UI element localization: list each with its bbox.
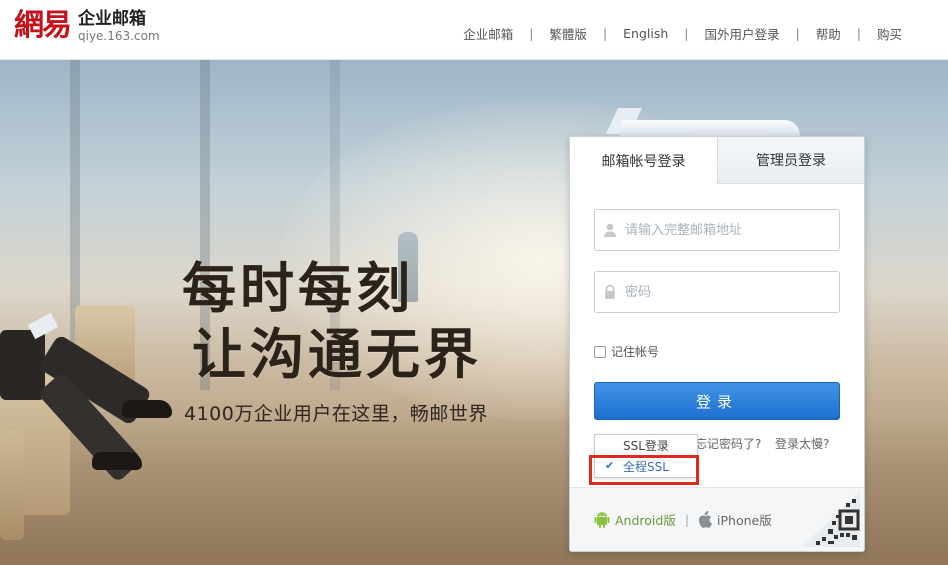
remember-label: 记住帐号: [611, 345, 660, 359]
android-label: Android版: [615, 513, 676, 528]
logo-text: 企业邮箱 qiye.163.com: [78, 9, 160, 43]
forgot-password-link[interactable]: 忘记密码了?: [695, 435, 761, 452]
shoe: [122, 400, 172, 418]
qr-code-icon[interactable]: [802, 491, 860, 547]
tab-admin-login[interactable]: 管理员登录: [718, 137, 864, 184]
login-options-row: 忘记密码了? 登录太慢? SSL登录 ✔ 全程SSL: [594, 434, 840, 478]
iphone-label: iPhone版: [717, 513, 772, 528]
nav-help[interactable]: 帮助: [816, 24, 841, 43]
nav-separator: |: [856, 26, 861, 41]
shoe: [92, 452, 142, 470]
netease-logo[interactable]: 網易 企业邮箱 qiye.163.com: [14, 6, 160, 46]
highlight-box: [589, 455, 699, 485]
remember-account[interactable]: 记住帐号: [594, 343, 659, 360]
email-field[interactable]: [594, 209, 840, 251]
ssl-option-ssl-login[interactable]: SSL登录: [595, 435, 697, 456]
nav-separator: |: [684, 26, 689, 41]
hero-tagline: 4100万企业用户在这里，畅邮世界: [184, 403, 488, 425]
nav-separator: |: [795, 26, 800, 41]
nav-separator: |: [529, 26, 534, 41]
login-tabs: 邮箱帐号登录 管理员登录: [570, 137, 864, 184]
logo-mark: 網易: [14, 8, 72, 43]
slogan-line-1: 每时每刻: [182, 256, 414, 320]
android-app-link[interactable]: Android版: [594, 510, 676, 529]
login-button[interactable]: 登录: [594, 382, 840, 420]
apple-icon: [698, 511, 713, 528]
login-slow-link[interactable]: 登录太慢?: [775, 435, 829, 452]
app-separator: |: [684, 512, 690, 527]
nav-enterprise-mail[interactable]: 企业邮箱: [463, 24, 513, 43]
password-field[interactable]: [594, 271, 840, 313]
email-input[interactable]: [625, 211, 839, 249]
nav-traditional-chinese[interactable]: 繁體版: [549, 24, 587, 43]
mobile-apps-bar: Android版 | iPhone版: [570, 487, 864, 551]
iphone-app-link[interactable]: iPhone版: [698, 510, 772, 529]
lounge-chair: [0, 430, 24, 540]
top-bar: 網易 企业邮箱 qiye.163.com 企业邮箱 | 繁體版 | Englis…: [0, 0, 948, 60]
logo-subtitle: qiye.163.com: [78, 29, 160, 43]
password-input[interactable]: [625, 273, 839, 311]
nav-english[interactable]: English: [623, 26, 668, 41]
hero-slogan: 每时每刻 让沟通无界: [182, 255, 482, 387]
login-panel: 邮箱帐号登录 管理员登录 记住帐号 登录 忘记密码了? 登录太慢? SSL登录 …: [569, 136, 865, 552]
top-nav: 企业邮箱 | 繁體版 | English | 国外用户登录 | 帮助 | 购买: [463, 24, 902, 43]
android-icon: [594, 511, 610, 528]
user-icon: [595, 222, 625, 238]
remember-checkbox[interactable]: [594, 345, 606, 358]
nav-separator: |: [602, 26, 608, 41]
businessman-figure: [0, 330, 45, 400]
tab-mailbox-login[interactable]: 邮箱帐号登录: [570, 137, 718, 184]
lock-icon: [595, 284, 625, 300]
ssl-option-label: SSL登录: [623, 439, 669, 453]
nav-buy[interactable]: 购买: [877, 24, 902, 43]
slogan-line-2: 让沟通无界: [192, 322, 482, 386]
nav-overseas-login[interactable]: 国外用户登录: [705, 24, 780, 43]
logo-title: 企业邮箱: [78, 9, 146, 29]
